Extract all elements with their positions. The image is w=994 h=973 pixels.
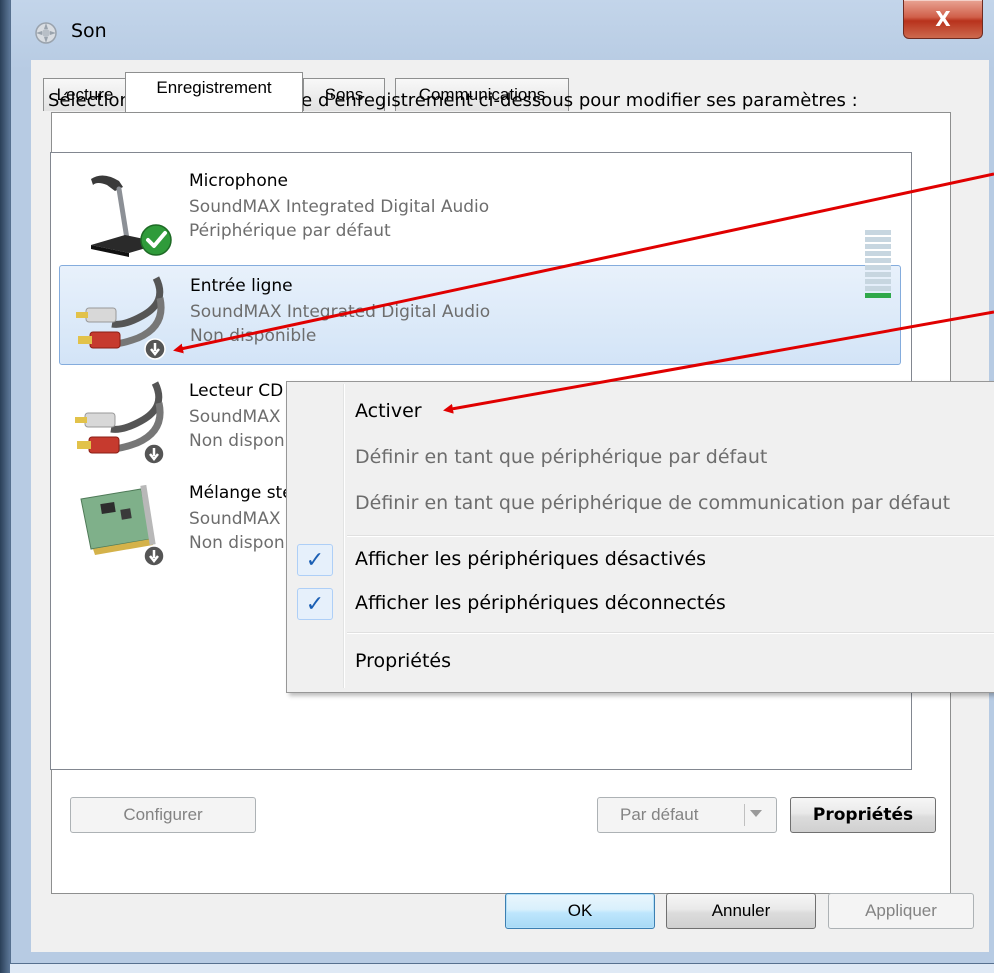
apply-button[interactable]: Appliquer xyxy=(828,893,974,929)
device-status: Non disponible xyxy=(190,326,317,346)
menu-item-proprietes[interactable]: Propriétés xyxy=(355,650,451,672)
context-menu: Activer Définir en tant que périphérique… xyxy=(286,381,994,693)
menu-separator xyxy=(347,535,994,537)
level-bar xyxy=(865,265,891,270)
menu-gutter xyxy=(343,384,345,688)
checkmark-icon: ✓ xyxy=(297,588,333,620)
properties-button[interactable]: Propriétés xyxy=(790,797,936,833)
level-bar xyxy=(865,230,891,235)
menu-item-activer[interactable]: Activer xyxy=(355,400,422,422)
menu-item-set-communication-default[interactable]: Définir en tant que périphérique de comm… xyxy=(355,492,950,514)
disabled-arrow-icon xyxy=(144,338,166,360)
set-default-split-button[interactable]: Par défaut xyxy=(597,797,777,833)
device-line-in[interactable]: Entrée ligne SoundMAX Integrated Digital… xyxy=(59,265,901,365)
checkmark-icon: ✓ xyxy=(297,544,333,576)
chevron-down-icon[interactable] xyxy=(750,810,762,817)
device-name: Microphone xyxy=(189,171,288,191)
close-button[interactable]: X xyxy=(903,0,983,39)
menu-separator xyxy=(347,632,994,634)
speaker-icon xyxy=(35,22,57,44)
level-bar xyxy=(865,293,891,298)
level-bar xyxy=(865,237,891,242)
window-title: Son xyxy=(71,20,107,42)
menu-item-set-default[interactable]: Définir en tant que périphérique par déf… xyxy=(355,446,767,468)
device-name: Entrée ligne xyxy=(190,276,293,296)
split-separator xyxy=(744,804,745,826)
close-icon: X xyxy=(935,7,951,31)
microphone-level-meter xyxy=(865,230,891,312)
level-bar xyxy=(865,244,891,249)
button-label: OK xyxy=(567,901,593,920)
menu-item-show-disconnected[interactable]: Afficher les périphériques déconnectés xyxy=(355,592,726,614)
button-label: Propriétés xyxy=(812,805,914,825)
tab-label: Enregistrement xyxy=(156,78,272,97)
button-label: Configurer xyxy=(123,805,203,824)
button-label: Annuler xyxy=(711,901,771,920)
tab-enregistrement[interactable]: Enregistrement xyxy=(125,72,303,112)
button-label: Par défaut xyxy=(620,805,699,824)
desktop-background xyxy=(0,0,10,973)
level-bar xyxy=(865,258,891,263)
disabled-arrow-icon xyxy=(143,545,165,567)
device-name: Lecteur CD xyxy=(189,381,284,401)
configure-button[interactable]: Configurer xyxy=(70,797,256,833)
device-driver: SoundMAX Integrated Digital Audio xyxy=(190,302,491,322)
device-driver: SoundMAX Integrated Digital Audio xyxy=(189,197,490,217)
menu-item-show-disabled[interactable]: Afficher les périphériques désactivés xyxy=(355,548,706,570)
device-microphone[interactable]: Microphone SoundMAX Integrated Digital A… xyxy=(59,161,901,261)
ok-button[interactable]: OK xyxy=(505,893,655,929)
level-bar xyxy=(865,286,891,291)
level-bar xyxy=(865,272,891,277)
button-label: Appliquer xyxy=(865,901,937,920)
default-check-icon xyxy=(140,224,172,256)
device-status: Périphérique par défaut xyxy=(189,221,391,241)
level-bar xyxy=(865,279,891,284)
disabled-arrow-icon xyxy=(143,443,165,465)
cancel-button[interactable]: Annuler xyxy=(666,893,816,929)
level-bar xyxy=(865,251,891,256)
